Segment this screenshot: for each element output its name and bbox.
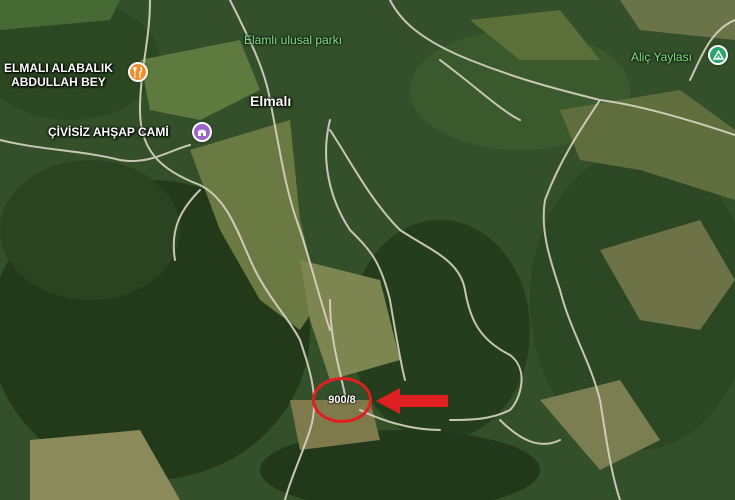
mosque-glyph xyxy=(198,129,206,136)
mosque-label[interactable]: ÇİVİSİZ AHŞAP CAMİ xyxy=(48,125,169,140)
campground-icon[interactable] xyxy=(708,45,728,65)
village-label[interactable]: Elmalı xyxy=(250,93,291,109)
plateau-label[interactable]: Aliç Yaylası xyxy=(631,50,692,64)
fork-knife-glyph xyxy=(133,66,143,78)
park-label[interactable]: Elamlı ulusal parkı xyxy=(244,33,342,47)
parcel-highlight-circle[interactable]: 900/8 xyxy=(312,377,372,423)
red-arrow-icon xyxy=(376,388,448,414)
satellite-map[interactable]: Elamlı ulusal parkı ELMALI ALABALIK ABDU… xyxy=(0,0,735,500)
fork-knife-icon[interactable] xyxy=(128,62,148,82)
campground-glyph xyxy=(712,50,724,60)
restaurant-label[interactable]: ELMALI ALABALIK ABDULLAH BEY xyxy=(4,61,113,90)
mosque-icon[interactable] xyxy=(192,122,212,142)
parcel-label: 900/8 xyxy=(328,394,356,406)
